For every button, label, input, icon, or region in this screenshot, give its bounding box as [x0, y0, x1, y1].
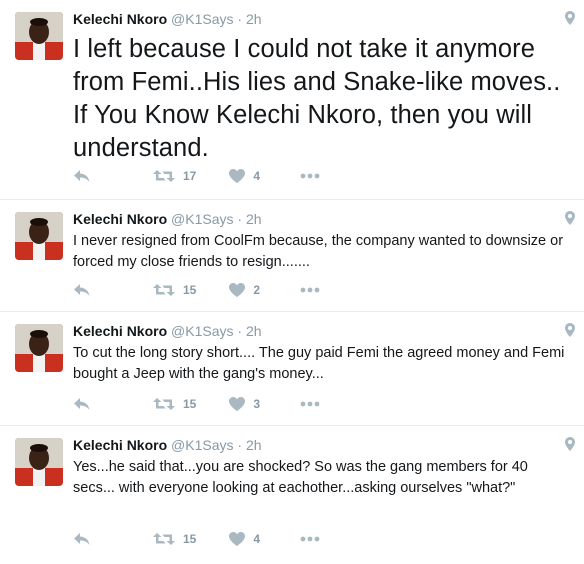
reply-button[interactable]	[73, 532, 91, 546]
like-count: 3	[253, 397, 261, 411]
tweet-feed: Kelechi Nkoro @K1Says · 2h I left becaus…	[0, 0, 584, 564]
more-button[interactable]	[300, 287, 320, 293]
like-count: 2	[253, 283, 261, 297]
retweet-count: 15	[183, 397, 197, 411]
author-handle[interactable]: @K1Says	[171, 211, 233, 227]
more-button[interactable]	[300, 173, 320, 179]
author-name[interactable]: Kelechi Nkoro	[73, 323, 167, 339]
tweet-text: To cut the long story short.... The guy …	[73, 345, 565, 382]
author-handle[interactable]: @K1Says	[171, 437, 233, 453]
location-pin-icon	[565, 211, 575, 225]
separator: ·	[237, 323, 243, 339]
reply-icon	[74, 284, 90, 296]
heart-icon	[229, 532, 246, 546]
like-button[interactable]: 4	[229, 532, 260, 546]
retweet-count: 15	[183, 283, 197, 297]
tweet-text: Yes...he said that...you are shocked? So…	[73, 459, 528, 496]
like-count: 4	[253, 169, 261, 183]
tweet-header: Kelechi Nkoro @K1Says · 2h	[73, 10, 566, 28]
avatar-image	[15, 212, 63, 260]
more-button[interactable]	[300, 401, 320, 407]
reply-button[interactable]	[73, 283, 91, 297]
more-dots-icon	[300, 287, 320, 293]
timestamp[interactable]: 2h	[246, 211, 262, 227]
reply-button[interactable]	[73, 397, 91, 411]
retweet-count: 17	[183, 169, 197, 183]
separator: ·	[237, 211, 243, 227]
avatar-image	[15, 324, 63, 372]
retweet-button[interactable]: 17	[153, 169, 196, 183]
tweet-header: Kelechi Nkoro @K1Says · 2h	[73, 322, 566, 340]
reply-icon	[74, 398, 90, 410]
tweet[interactable]: Kelechi Nkoro @K1Says · 2h Yes...he said…	[0, 426, 584, 564]
timestamp[interactable]: 2h	[246, 323, 262, 339]
tweet-header: Kelechi Nkoro @K1Says · 2h	[73, 210, 566, 228]
retweet-icon	[153, 284, 175, 296]
tweet-header: Kelechi Nkoro @K1Says · 2h	[73, 436, 566, 454]
retweet-button[interactable]: 15	[153, 283, 196, 297]
location-pin-icon	[565, 323, 575, 337]
retweet-icon	[153, 398, 175, 410]
like-button[interactable]: 3	[229, 397, 260, 411]
heart-icon	[229, 397, 246, 411]
heart-icon	[229, 283, 246, 297]
tweet-actions: 15 4	[73, 529, 320, 549]
avatar[interactable]	[15, 212, 63, 260]
more-dots-icon	[300, 401, 320, 407]
like-count: 4	[253, 532, 261, 546]
tweet-actions: 15 2	[73, 280, 320, 300]
separator: ·	[237, 11, 243, 27]
author-name[interactable]: Kelechi Nkoro	[73, 211, 167, 227]
timestamp[interactable]: 2h	[246, 437, 262, 453]
location-pin-icon	[565, 11, 575, 25]
tweet[interactable]: Kelechi Nkoro @K1Says · 2h I never resig…	[0, 200, 584, 312]
retweet-count: 15	[183, 532, 197, 546]
tweet[interactable]: Kelechi Nkoro @K1Says · 2h To cut the lo…	[0, 312, 584, 426]
tweet-text: I never resigned from CoolFm because, th…	[73, 233, 564, 270]
more-button[interactable]	[300, 536, 320, 542]
tweet[interactable]: Kelechi Nkoro @K1Says · 2h I left becaus…	[0, 0, 584, 200]
author-name[interactable]: Kelechi Nkoro	[73, 11, 167, 27]
avatar[interactable]	[15, 324, 63, 372]
retweet-icon	[153, 170, 175, 182]
author-handle[interactable]: @K1Says	[171, 323, 233, 339]
author-handle[interactable]: @K1Says	[171, 11, 233, 27]
retweet-button[interactable]: 15	[153, 397, 196, 411]
location-pin-icon	[565, 437, 575, 451]
retweet-icon	[153, 533, 175, 545]
avatar[interactable]	[15, 438, 63, 486]
avatar-image	[15, 12, 63, 60]
timestamp[interactable]: 2h	[246, 11, 262, 27]
separator: ·	[237, 437, 243, 453]
tweet-actions: 15 3	[73, 394, 320, 414]
avatar[interactable]	[15, 12, 63, 60]
tweet-text: I left because I could not take it anymo…	[73, 35, 561, 162]
reply-icon	[74, 170, 90, 182]
like-button[interactable]: 4	[229, 169, 260, 183]
reply-icon	[74, 533, 90, 545]
reply-button[interactable]	[73, 169, 91, 183]
tweet-actions: 17 4	[73, 166, 320, 186]
retweet-button[interactable]: 15	[153, 532, 196, 546]
more-dots-icon	[300, 536, 320, 542]
avatar-image	[15, 438, 63, 486]
author-name[interactable]: Kelechi Nkoro	[73, 437, 167, 453]
more-dots-icon	[300, 173, 320, 179]
like-button[interactable]: 2	[229, 283, 260, 297]
heart-icon	[229, 169, 246, 183]
